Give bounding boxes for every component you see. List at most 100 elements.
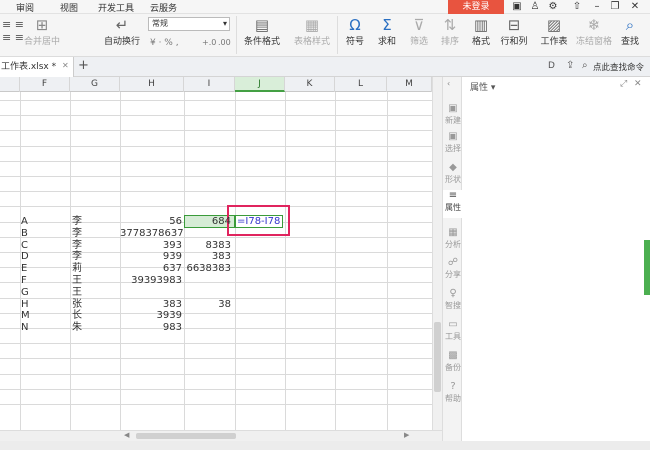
doc-icon[interactable]: D — [548, 61, 555, 71]
column-header-selected[interactable]: J — [235, 77, 285, 92]
table-cell[interactable]: 939 — [120, 251, 182, 263]
table-cell[interactable]: 3778378637 — [120, 228, 184, 240]
table-cell[interactable]: M — [21, 310, 67, 322]
table-cell[interactable]: 李 — [72, 216, 118, 228]
table-cell[interactable]: 王 — [72, 275, 118, 287]
property-icon: ≡ — [448, 190, 458, 201]
grid-line — [387, 92, 388, 430]
column-header[interactable]: K — [285, 77, 335, 92]
settings-icon[interactable]: ⚙ — [546, 0, 560, 14]
column-header[interactable]: G — [70, 77, 120, 92]
table-cell[interactable]: G — [21, 287, 67, 299]
tab-close-icon[interactable]: ✕ — [62, 61, 69, 70]
table-cell[interactable]: 383 — [184, 251, 231, 263]
table-cell[interactable]: 3939 — [120, 310, 182, 322]
table-cell[interactable]: 张 — [72, 299, 118, 311]
scroll-right-icon[interactable]: ▶ — [404, 431, 409, 439]
table-cell[interactable]: 李 — [72, 228, 118, 240]
sidebar-item-property[interactable]: ≡ 属性 — [443, 190, 463, 218]
table-cell[interactable]: 983 — [120, 322, 182, 334]
table-cell[interactable]: 393 — [120, 240, 182, 252]
panel-pin-icon[interactable]: ⤢ — [620, 79, 627, 89]
column-header[interactable]: M — [387, 77, 432, 92]
currency-percent-buttons[interactable]: ¥ · % , — [150, 38, 179, 48]
scroll-thumb[interactable] — [136, 433, 236, 439]
table-cell[interactable]: D — [21, 251, 67, 263]
minimize-icon[interactable]: – — [590, 0, 604, 14]
table-style-button[interactable]: ▦ 表格样式 — [290, 16, 334, 47]
table-cell[interactable]: C — [21, 240, 67, 252]
sort-button[interactable]: ⇅ 排序 — [436, 16, 464, 47]
format-button[interactable]: ▥ 格式 — [467, 16, 495, 47]
decrease-decimal-button[interactable]: .00 — [218, 38, 231, 47]
close-icon[interactable]: ✕ — [628, 0, 642, 14]
new-tab-icon[interactable]: + — [78, 58, 89, 73]
scroll-thumb[interactable] — [434, 322, 441, 392]
search-icon[interactable]: ⌕ — [582, 60, 588, 71]
table-cell[interactable]: 6638383 — [184, 263, 231, 275]
vertical-scrollbar[interactable] — [432, 77, 442, 430]
symbol-button[interactable]: Ω 符号 — [341, 16, 369, 47]
sheet-button[interactable]: ▨ 工作表 — [536, 16, 572, 47]
number-format-select[interactable]: 常规 ▾ — [148, 17, 230, 31]
menu-cloud[interactable]: 云服务 — [150, 1, 177, 14]
row-header-corner[interactable] — [0, 77, 20, 92]
table-cell[interactable]: 637 — [120, 263, 182, 275]
menu-review[interactable]: 审阅 — [16, 1, 34, 14]
increase-decimal-button[interactable]: +.0 — [202, 38, 216, 47]
table-cell[interactable]: 38 — [184, 299, 231, 311]
merge-center-button[interactable]: ⊞ 合并居中 — [20, 16, 64, 47]
sum-button[interactable]: Σ 求和 — [373, 16, 401, 47]
table-cell[interactable]: 莉 — [72, 263, 118, 275]
filter-button[interactable]: ⊽ 筛选 — [405, 16, 433, 47]
table-cell[interactable]: 李 — [72, 240, 118, 252]
horizontal-scrollbar[interactable]: ◀ ▶ — [0, 430, 442, 441]
sidebar-item-smart-search[interactable]: ♀ 智搜 — [443, 288, 463, 311]
sidebar-item-tool[interactable]: ▭ 工具 — [443, 319, 463, 342]
table-cell[interactable]: E — [21, 263, 67, 275]
sidebar-item-share[interactable]: ☍ 分享 — [443, 257, 463, 280]
table-cell[interactable]: 56 — [120, 216, 182, 228]
command-search[interactable]: 点此查找命令 — [593, 61, 644, 73]
upload-icon[interactable]: ⇧ — [570, 0, 584, 14]
column-header[interactable]: F — [20, 77, 70, 92]
table-cell[interactable]: H — [21, 299, 67, 311]
wrap-text-button[interactable]: ↵ 自动换行 — [100, 16, 144, 47]
sidebar-item-analyze[interactable]: ▦ 分析 — [443, 227, 463, 250]
table-cell[interactable]: 王 — [72, 287, 118, 299]
table-cell[interactable]: 684 — [184, 216, 231, 228]
shirt-icon[interactable]: ♙ — [528, 0, 542, 14]
table-cell[interactable]: N — [21, 322, 67, 334]
sidebar-item-shape[interactable]: ◆ 形状 — [443, 162, 463, 185]
sidebar-collapse-icon[interactable]: ‹ — [447, 79, 450, 88]
table-cell[interactable]: A — [21, 216, 67, 228]
sidebar-item-help[interactable]: ? 帮助 — [443, 381, 463, 404]
table-cell[interactable]: 长 — [72, 310, 118, 322]
sidebar-item-select[interactable]: ▣ 选择 — [443, 131, 463, 154]
freeze-panes-button[interactable]: ❄ 冻结窗格 — [576, 16, 612, 47]
table-cell[interactable]: 8383 — [184, 240, 231, 252]
table-cell[interactable]: 朱 — [72, 322, 118, 334]
conditional-format-button[interactable]: ▤ 条件格式 — [240, 16, 284, 47]
scroll-left-icon[interactable]: ◀ — [124, 431, 129, 439]
table-cell[interactable]: F — [21, 275, 67, 287]
table-cell[interactable]: 383 — [120, 299, 182, 311]
table-cell[interactable]: 39393983 — [120, 275, 182, 287]
maximize-icon[interactable]: ❐ — [608, 0, 622, 14]
login-button[interactable]: 未登录 — [448, 0, 504, 14]
table-cell[interactable]: 李 — [72, 251, 118, 263]
menu-view[interactable]: 视图 — [60, 1, 78, 14]
skin-icon[interactable]: ▣ — [510, 0, 524, 14]
panel-close-icon[interactable]: ✕ — [634, 79, 642, 89]
find-button[interactable]: ⌕ 查找 — [614, 16, 646, 47]
sidebar-item-new[interactable]: ▣ 新建 — [443, 103, 463, 126]
side-expand-handle[interactable] — [644, 240, 650, 295]
column-header[interactable]: I — [184, 77, 235, 92]
row-col-button[interactable]: ⊟ 行和列 — [498, 16, 530, 47]
table-cell[interactable]: B — [21, 228, 67, 240]
share-icon[interactable]: ⇪ — [566, 60, 574, 71]
column-header[interactable]: H — [120, 77, 184, 92]
column-header[interactable]: L — [335, 77, 387, 92]
menu-developer[interactable]: 开发工具 — [98, 1, 134, 14]
sidebar-item-backup[interactable]: ▩ 备份 — [443, 350, 463, 373]
